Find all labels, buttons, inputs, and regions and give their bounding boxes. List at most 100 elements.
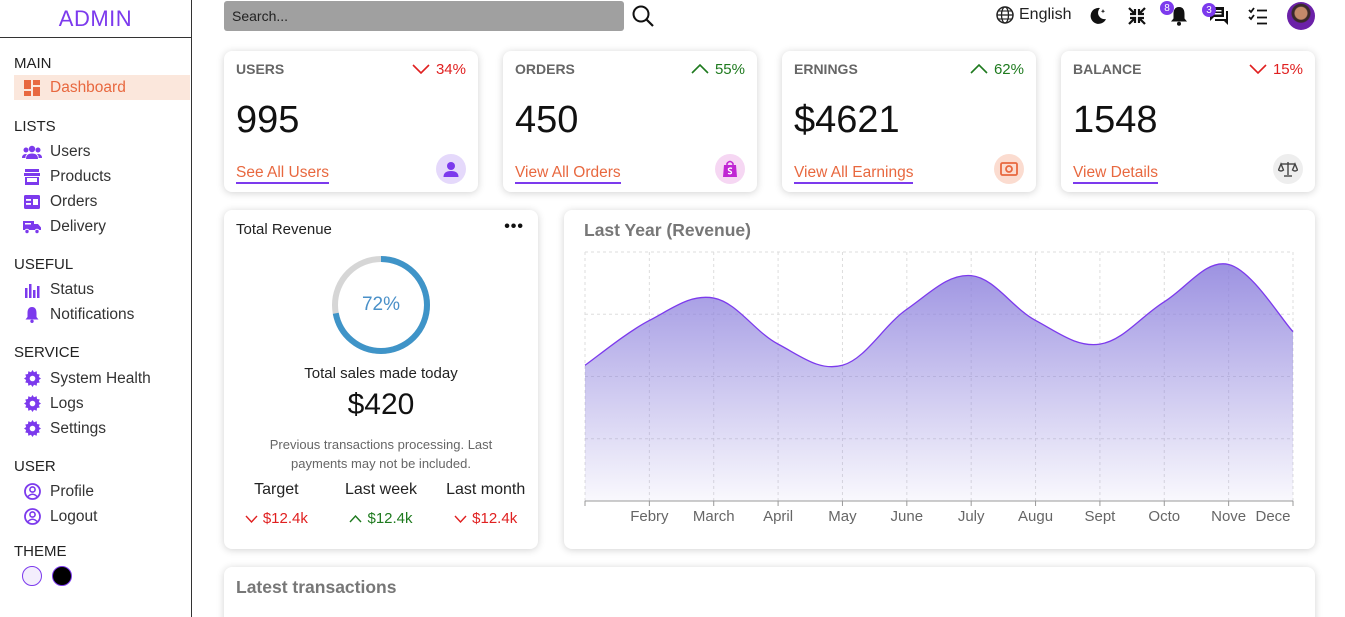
percentage-value: 62%	[993, 61, 1024, 78]
widget-title: ERNINGS	[794, 61, 858, 77]
gear-icon	[22, 395, 42, 413]
truck-icon	[22, 218, 42, 236]
dark-mode-icon[interactable]	[1087, 5, 1109, 27]
gear-icon	[22, 370, 42, 388]
widget-title: BALANCE	[1073, 61, 1142, 77]
widget-value: 450	[515, 99, 579, 141]
chevron-up-icon	[691, 61, 709, 78]
view-all-earnings-link[interactable]: View All Earnings	[794, 164, 914, 184]
logo[interactable]: ADMIN	[0, 0, 191, 38]
widget-title: ORDERS	[515, 61, 575, 77]
sales-today-label: Total sales made today	[304, 365, 458, 382]
logo-text: ADMIN	[58, 5, 133, 31]
x-axis-label: Dece	[1255, 508, 1290, 525]
sidebar-item-label: Profile	[50, 482, 94, 500]
chevron-down-icon	[1249, 61, 1267, 78]
globe-icon	[996, 6, 1014, 24]
summary-label: Last month	[446, 481, 526, 498]
section-theme: THEME	[14, 543, 67, 560]
percentage-value: 55%	[714, 61, 745, 78]
theme-light-option[interactable]	[22, 566, 42, 586]
scale-icon	[1273, 154, 1303, 184]
money-icon	[994, 154, 1024, 184]
sidebar-item-products[interactable]: Products	[14, 164, 190, 189]
sidebar-item-delivery[interactable]: Delivery	[14, 214, 190, 239]
sidebar-item-label: Delivery	[50, 217, 106, 235]
revenue-percent-label: 72%	[361, 294, 401, 315]
theme-dark-option[interactable]	[52, 566, 72, 586]
x-axis-label: June	[891, 508, 924, 525]
store-icon	[22, 168, 42, 186]
sidebar-item-label: Notifications	[50, 305, 135, 323]
x-axis-label: Augu	[1018, 508, 1053, 525]
view-all-orders-link[interactable]: View All Orders	[515, 164, 621, 184]
sidebar-item-label: Users	[50, 142, 91, 160]
revenue-area-chart: Febry March April May June July Augu Sept Octo No…	[584, 251, 1294, 525]
x-axis-label: Febry	[630, 508, 669, 525]
revenue-summary: Target $12.4k Last week $12.4k Last mont…	[224, 481, 538, 527]
shopping-bag-icon	[715, 154, 745, 184]
bell-icon	[22, 306, 42, 324]
language-selector[interactable]: English	[996, 6, 1071, 24]
sidebar-item-profile[interactable]: Profile	[14, 479, 190, 504]
x-axis-label: Octo	[1148, 508, 1180, 525]
search-icon[interactable]	[631, 4, 655, 28]
more-horiz-icon[interactable]: •••	[504, 218, 524, 236]
checklist-icon[interactable]	[1247, 5, 1269, 27]
language-label: English	[1019, 6, 1072, 23]
sidebar-item-label: Orders	[50, 192, 98, 210]
sidebar-item-orders[interactable]: Orders	[14, 189, 190, 214]
see-all-users-link[interactable]: See All Users	[236, 164, 330, 184]
summary-amount: $12.4k	[262, 510, 308, 527]
chevron-up-icon	[970, 61, 988, 78]
summary-amount: $12.4k	[367, 510, 413, 527]
fullscreen-exit-icon[interactable]	[1126, 5, 1148, 27]
chevron-down-icon	[412, 61, 430, 78]
x-axis-label: March	[693, 508, 735, 525]
transactions-title: Latest transactions	[236, 577, 397, 597]
sidebar-item-notifications[interactable]: Notifications	[14, 302, 190, 327]
account-circle-icon	[22, 483, 42, 501]
target-summary: Target $12.4k	[224, 481, 329, 527]
x-axis-label: Sept	[1084, 508, 1116, 525]
widget-users: USERS 34% 995 See All Users	[224, 51, 478, 192]
account-circle-icon	[22, 508, 42, 526]
sidebar-item-label: Logout	[50, 507, 98, 525]
section-lists: LISTS	[14, 118, 56, 135]
summary-value: $12.4k	[224, 510, 329, 527]
sidebar-item-dashboard[interactable]: Dashboard	[14, 75, 190, 100]
summary-value: $12.4k	[433, 510, 538, 527]
widget-percentage: 55%	[691, 61, 745, 78]
percentage-value: 15%	[1272, 61, 1303, 78]
last-week-summary: Last week $12.4k	[329, 481, 434, 527]
notifications-badge: 8	[1160, 1, 1174, 15]
search-input[interactable]	[224, 1, 624, 31]
widget-value: $4621	[794, 99, 900, 141]
widget-title: USERS	[236, 61, 285, 77]
chevron-down-icon	[245, 510, 258, 527]
view-details-link[interactable]: View Details	[1073, 164, 1159, 184]
sidebar-item-logs[interactable]: Logs	[14, 391, 190, 416]
x-axis-label: April	[763, 508, 793, 525]
summary-value: $12.4k	[329, 510, 434, 527]
sidebar-item-system-health[interactable]: System Health	[14, 366, 190, 391]
revenue-note: Previous transactions processing. Last p…	[269, 437, 493, 471]
sidebar-item-users[interactable]: Users	[14, 139, 190, 164]
total-revenue-card: Total Revenue ••• 72% Total sales made t…	[224, 210, 538, 549]
widget-balance: BALANCE 15% 1548 View Details	[1061, 51, 1315, 192]
sidebar-item-logout[interactable]: Logout	[14, 504, 190, 529]
sidebar-item-status[interactable]: Status	[14, 277, 190, 302]
sidebar-item-label: Products	[50, 167, 112, 185]
sidebar-item-label: Logs	[50, 394, 84, 412]
last-month-summary: Last month $12.4k	[433, 481, 538, 527]
avatar[interactable]	[1287, 2, 1315, 30]
section-main: MAIN	[14, 55, 52, 72]
latest-transactions-card: Latest transactions	[224, 567, 1315, 617]
section-user: USER	[14, 458, 56, 475]
sidebar-item-settings[interactable]: Settings	[14, 416, 190, 441]
revenue-chart-card: Last Year (Revenue) Febry March April May Ju…	[564, 210, 1315, 549]
widget-percentage: 34%	[412, 61, 466, 78]
sidebar-item-label: Status	[50, 280, 94, 298]
person-icon	[436, 154, 466, 184]
sales-today-amount: $420	[347, 388, 415, 421]
